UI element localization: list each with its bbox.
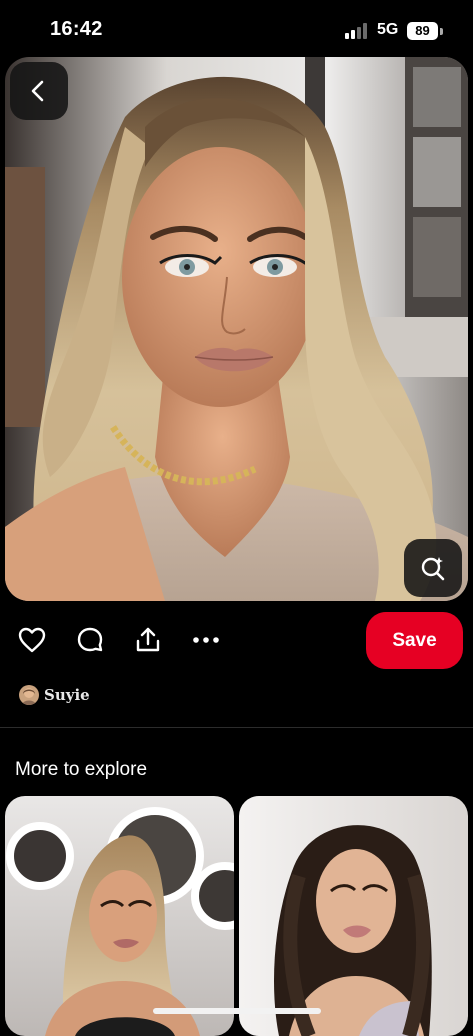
status-bar: 16:42 5G 89: [0, 0, 473, 58]
more-dots-icon: [193, 637, 219, 643]
avatar: [19, 685, 39, 705]
network-type: 5G: [377, 21, 399, 38]
pin-image[interactable]: [5, 57, 468, 601]
back-button[interactable]: [10, 62, 68, 120]
share-icon: [136, 627, 160, 652]
status-time: 16:42: [50, 18, 103, 40]
explore-pin-image: [5, 796, 234, 1036]
comment-bubble-icon: [77, 627, 103, 652]
save-button[interactable]: Save: [366, 612, 463, 669]
share-button[interactable]: [130, 622, 166, 658]
chevron-left-icon: [31, 80, 44, 102]
divider: [0, 727, 473, 728]
creator-name: Suyie: [44, 686, 90, 704]
heart-icon: [18, 627, 46, 653]
battery-indicator: 89: [407, 22, 438, 40]
home-indicator[interactable]: [153, 1008, 321, 1014]
more-options-button[interactable]: [188, 622, 224, 658]
portrait-illustration: [5, 57, 468, 601]
signal-bars-icon: [345, 23, 367, 39]
explore-pin-image: [239, 796, 468, 1036]
explore-pin-card[interactable]: [5, 796, 234, 1036]
visual-search-icon: [421, 557, 445, 581]
comment-button[interactable]: [72, 622, 108, 658]
like-button[interactable]: [14, 622, 50, 658]
visual-search-button[interactable]: [404, 539, 462, 597]
battery-cap: [440, 28, 443, 35]
explore-pin-card[interactable]: [239, 796, 468, 1036]
creator-link[interactable]: Suyie: [19, 683, 90, 707]
section-heading: More to explore: [15, 759, 148, 780]
